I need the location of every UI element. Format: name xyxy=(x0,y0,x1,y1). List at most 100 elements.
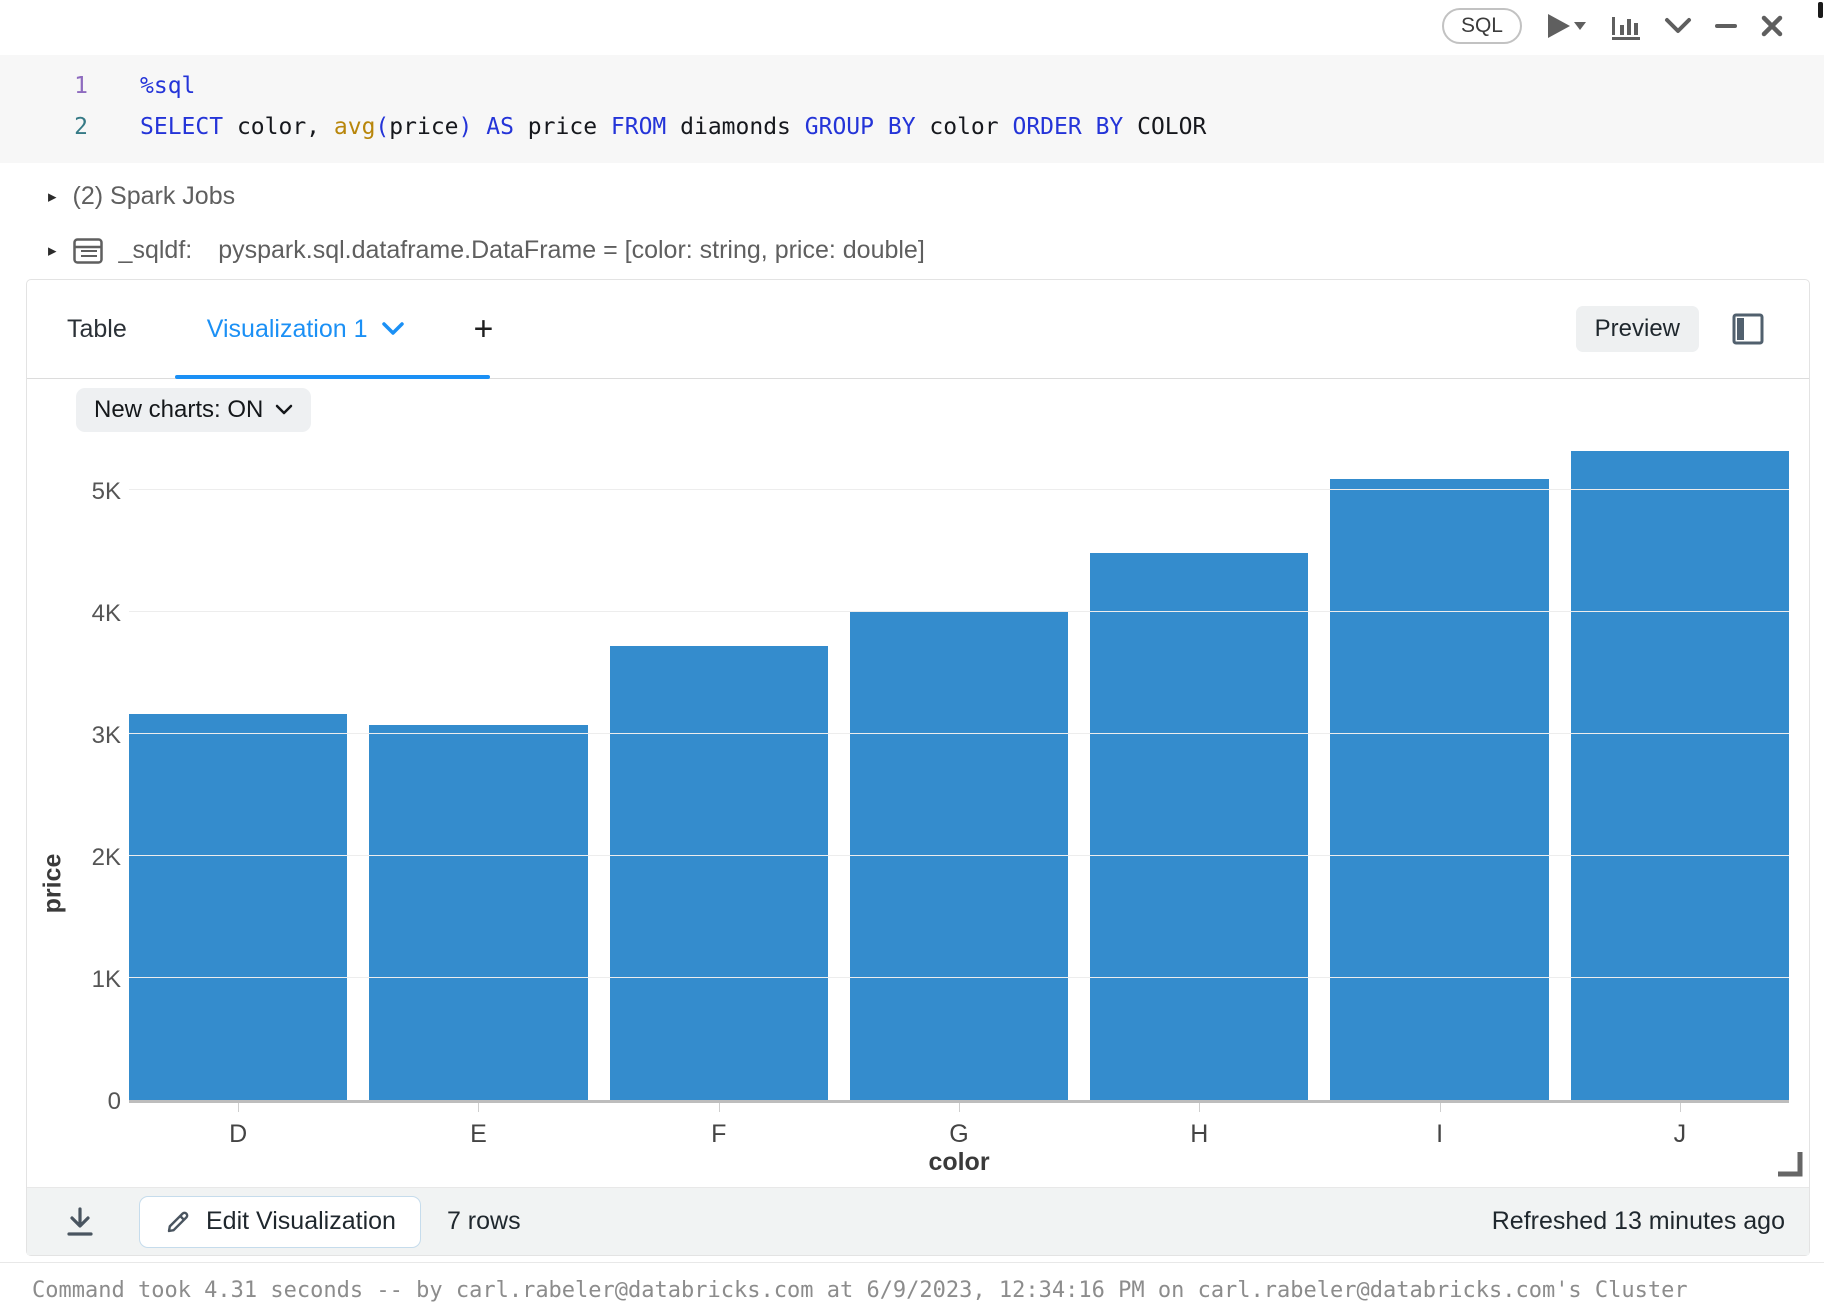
active-tab-underline xyxy=(175,375,490,379)
code-token: AS xyxy=(486,114,514,140)
download-results-button[interactable] xyxy=(65,1206,95,1238)
code-token: SELECT xyxy=(140,114,223,140)
cell-divider xyxy=(0,1262,1824,1263)
gridline xyxy=(129,977,1789,978)
edit-visualization-button[interactable]: Edit Visualization xyxy=(139,1196,421,1248)
y-tick-label: 3K xyxy=(35,724,121,748)
x-tick-label: E xyxy=(369,1106,587,1149)
results-tab-bar: Table Visualization 1 + Preview xyxy=(27,280,1809,379)
bar-chart-plot xyxy=(129,441,1789,1103)
collapse-chevron-icon[interactable] xyxy=(1664,17,1692,35)
gridline xyxy=(129,855,1789,856)
pencil-icon xyxy=(164,1208,192,1236)
code-token xyxy=(472,114,486,140)
x-tick-label: F xyxy=(610,1106,828,1149)
y-tick-label: 4K xyxy=(35,602,121,626)
edit-visualization-label: Edit Visualization xyxy=(206,1207,396,1236)
bar-J[interactable] xyxy=(1571,451,1789,1100)
new-charts-label: New charts: ON xyxy=(94,396,263,424)
code-token: %sql xyxy=(140,73,195,99)
code-text: SELECT color, avg(price) AS price FROM d… xyxy=(88,114,1206,140)
x-tick-mark xyxy=(238,1103,239,1112)
x-axis-tick-labels: DEFGHIJ xyxy=(129,1106,1789,1149)
x-tick-mark xyxy=(1680,1103,1681,1112)
chart-area: New charts: ON price 01K2K3K4K5K DEFGHIJ… xyxy=(27,380,1809,1187)
code-token: price xyxy=(514,114,611,140)
x-tick-label: I xyxy=(1330,1106,1548,1149)
code-token: ORDER BY xyxy=(1012,114,1123,140)
new-charts-toggle[interactable]: New charts: ON xyxy=(76,388,311,432)
code-line[interactable]: 2SELECT color, avg(price) AS price FROM … xyxy=(0,106,1824,147)
x-tick-mark xyxy=(1199,1103,1200,1112)
x-tick-label: D xyxy=(129,1106,347,1149)
code-editor[interactable]: 1 %sql 2SELECT color, avg(price) AS price … xyxy=(0,55,1824,163)
results-footer-bar: Edit Visualization 7 rows Refreshed 13 m… xyxy=(27,1187,1809,1255)
minimize-icon[interactable] xyxy=(1714,22,1738,30)
y-tick-label: 5K xyxy=(35,480,121,504)
gridline xyxy=(129,733,1789,734)
dataframe-icon xyxy=(73,238,103,264)
code-token: GROUP BY xyxy=(805,114,916,140)
code-token: ) xyxy=(459,114,473,140)
bar-E[interactable] xyxy=(369,725,587,1100)
x-tick-label: G xyxy=(850,1106,1068,1149)
add-visualization-button[interactable]: + xyxy=(444,310,524,349)
code-token: ( xyxy=(375,114,389,140)
disclosure-triangle-icon[interactable]: ▸ xyxy=(48,187,57,207)
chart-icon[interactable] xyxy=(1610,11,1642,41)
code-token: color xyxy=(916,114,1013,140)
code-text: %sql xyxy=(88,73,195,99)
tab-visualization-label: Visualization 1 xyxy=(207,315,368,344)
code-token: color, xyxy=(223,114,334,140)
code-token: price xyxy=(389,114,458,140)
tab-visualization-1[interactable]: Visualization 1 xyxy=(167,280,444,378)
run-cell-button[interactable] xyxy=(1544,12,1588,40)
close-icon[interactable] xyxy=(1760,14,1784,38)
y-tick-label: 2K xyxy=(35,846,121,870)
y-tick-label: 0 xyxy=(35,1090,121,1114)
language-badge[interactable]: SQL xyxy=(1442,8,1522,44)
notebook-cell: SQL 1%sql2SELECT color, avg(price) AS pr… xyxy=(0,0,1824,1312)
side-panel-icon[interactable] xyxy=(1731,312,1765,346)
gridline xyxy=(129,489,1789,490)
x-tick-label: J xyxy=(1571,1106,1789,1149)
sqldf-name: _sqldf: xyxy=(119,236,193,265)
bar-D[interactable] xyxy=(129,714,347,1100)
chart-resize-handle[interactable] xyxy=(1776,1150,1804,1183)
gridline xyxy=(129,611,1789,612)
tab-table[interactable]: Table xyxy=(27,280,167,378)
row-count: 7 rows xyxy=(447,1207,521,1236)
bar-F[interactable] xyxy=(610,646,828,1100)
bar-G[interactable] xyxy=(850,612,1068,1100)
x-tick-mark xyxy=(478,1103,479,1112)
spark-jobs-row[interactable]: ▸ (2) Spark Jobs xyxy=(48,182,235,211)
line-number: 2 xyxy=(0,114,88,140)
spark-jobs-label: (2) Spark Jobs xyxy=(73,182,236,211)
results-panel: Table Visualization 1 + Preview New char… xyxy=(26,279,1810,1256)
scrollbar-thumb[interactable] xyxy=(1818,2,1823,18)
cell-toolbar: SQL xyxy=(1442,6,1784,46)
refreshed-status: Refreshed 13 minutes ago xyxy=(1492,1207,1785,1236)
bar-H[interactable] xyxy=(1090,553,1308,1100)
code-token: diamonds xyxy=(666,114,804,140)
bar-I[interactable] xyxy=(1330,479,1548,1100)
chevron-down-icon xyxy=(275,404,293,416)
code-token: COLOR xyxy=(1123,114,1206,140)
sqldf-row[interactable]: ▸ _sqldf: pyspark.sql.dataframe.DataFram… xyxy=(48,236,925,265)
x-tick-mark xyxy=(719,1103,720,1112)
x-axis-title: color xyxy=(129,1148,1789,1177)
y-tick-label: 1K xyxy=(35,968,121,992)
code-token: FROM xyxy=(611,114,666,140)
y-axis-tick-labels: 01K2K3K4K5K xyxy=(35,441,121,1103)
line-number: 1 xyxy=(0,73,88,99)
code-line[interactable]: 1 %sql xyxy=(0,65,1824,106)
code-token: avg xyxy=(334,114,376,140)
preview-badge[interactable]: Preview xyxy=(1576,306,1699,352)
sqldf-schema: pyspark.sql.dataframe.DataFrame = [color… xyxy=(218,236,925,265)
x-tick-mark xyxy=(1440,1103,1441,1112)
command-status-line: Command took 4.31 seconds -- by carl.rab… xyxy=(32,1278,1792,1303)
disclosure-triangle-icon[interactable]: ▸ xyxy=(48,241,57,261)
x-tick-label: H xyxy=(1090,1106,1308,1149)
x-tick-mark xyxy=(959,1103,960,1112)
chevron-down-icon[interactable] xyxy=(382,322,404,336)
